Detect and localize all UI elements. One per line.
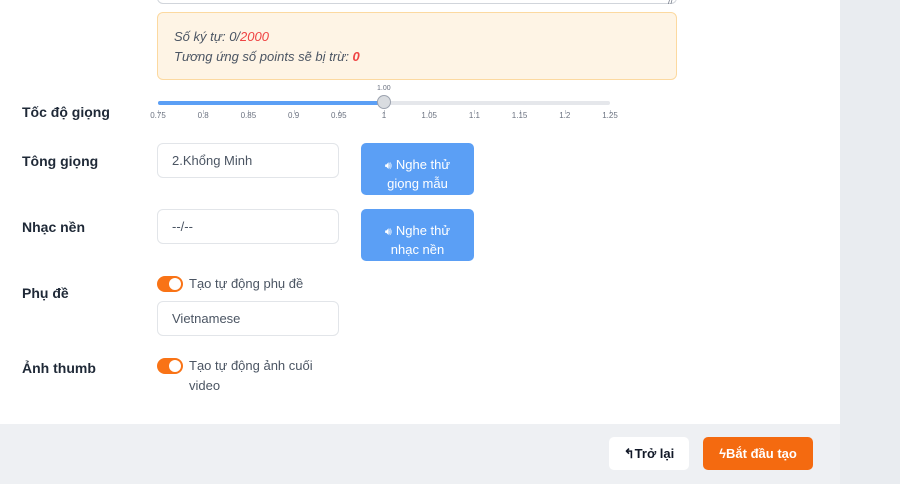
preview-music-line1: 🔊︎ Nghe thử [361,222,474,241]
thumb-toggle-text-line1: Tạo tự động ảnh cuối [189,358,313,373]
music-select[interactable]: --/-- [157,209,339,244]
thumb-toggle-text: Tạo tự động ảnh cuối video [189,356,313,396]
script-textarea[interactable] [157,0,677,4]
toggle-knob [169,360,181,372]
toggle-knob [169,278,181,290]
speed-tick-label: 0.95 [331,111,347,120]
subtitle-toggle-text: Tạo tự động phụ đề [189,276,304,291]
subtitle-label: Phụ đề [22,285,69,301]
speed-tick-label: 0.75 [150,111,166,120]
lightning-icon: ϟ [719,446,727,461]
speed-tick-label: 0.85 [240,111,257,120]
reply-arrow-icon: ↰ [623,446,635,461]
speaker-icon: 🔊︎ [384,225,392,238]
speed-tick-label: 1.2 [559,111,571,120]
side-gutter [840,0,900,484]
speed-slider-fill [158,101,384,105]
speed-tick-label: 0.8 [197,111,209,120]
thumb-toggle[interactable] [157,358,183,374]
start-button[interactable]: ϟBắt đầu tạo [703,437,813,470]
speed-label: Tốc độ giọng [22,104,110,120]
points-value: 0 [352,49,360,64]
speed-slider-value: 1.00 [377,85,391,92]
points-label: Tương ứng số points sẽ bị trừ: [174,49,353,64]
character-count-notice: Số ký tự: 0/2000 Tương ứng số points sẽ … [157,12,677,80]
voice-select[interactable]: 2.Khổng Minh [157,143,339,178]
preview-voice-button[interactable]: 🔊︎ Nghe thử giọng mẫu [361,143,474,195]
preview-voice-line2: giọng mẫu [387,175,448,191]
thumb-toggle-text-line2: video [189,378,221,393]
character-count-max: 2000 [240,29,269,44]
subtitle-toggle[interactable] [157,276,183,292]
preview-voice-line1: 🔊︎ Nghe thử [361,156,474,175]
subtitle-language-select[interactable]: Vietnamese [157,301,339,336]
speed-tick-label: 0.9 [288,111,300,120]
speed-tick-label: 1.15 [511,111,528,120]
music-label: Nhạc nền [22,219,86,235]
speed-tick-label: 1.1 [468,111,480,120]
speed-tick-label: 1 [381,111,387,120]
speed-tick-label: 1.25 [602,111,618,120]
speed-slider-handle[interactable] [377,95,391,109]
speaker-icon: 🔊︎ [384,159,392,172]
character-count-label: Số ký tự: 0/ [174,29,241,44]
preview-music-line2: nhạc nền [390,241,445,257]
back-button[interactable]: ↰Trở lại [609,437,689,470]
resize-handle-icon[interactable]: // [668,0,673,6]
thumb-label: Ảnh thumb [22,360,96,376]
points-line: Tương ứng số points sẽ bị trừ: 0 [174,47,660,67]
preview-music-button[interactable]: 🔊︎ Nghe thử nhạc nền [361,209,474,261]
character-count-line: Số ký tự: 0/2000 [174,27,660,47]
speed-tick-label: 1.05 [421,111,437,120]
main-panel: // Số ký tự: 0/2000 Tương ứng số points … [0,0,840,424]
voice-label: Tông giọng [22,153,99,169]
